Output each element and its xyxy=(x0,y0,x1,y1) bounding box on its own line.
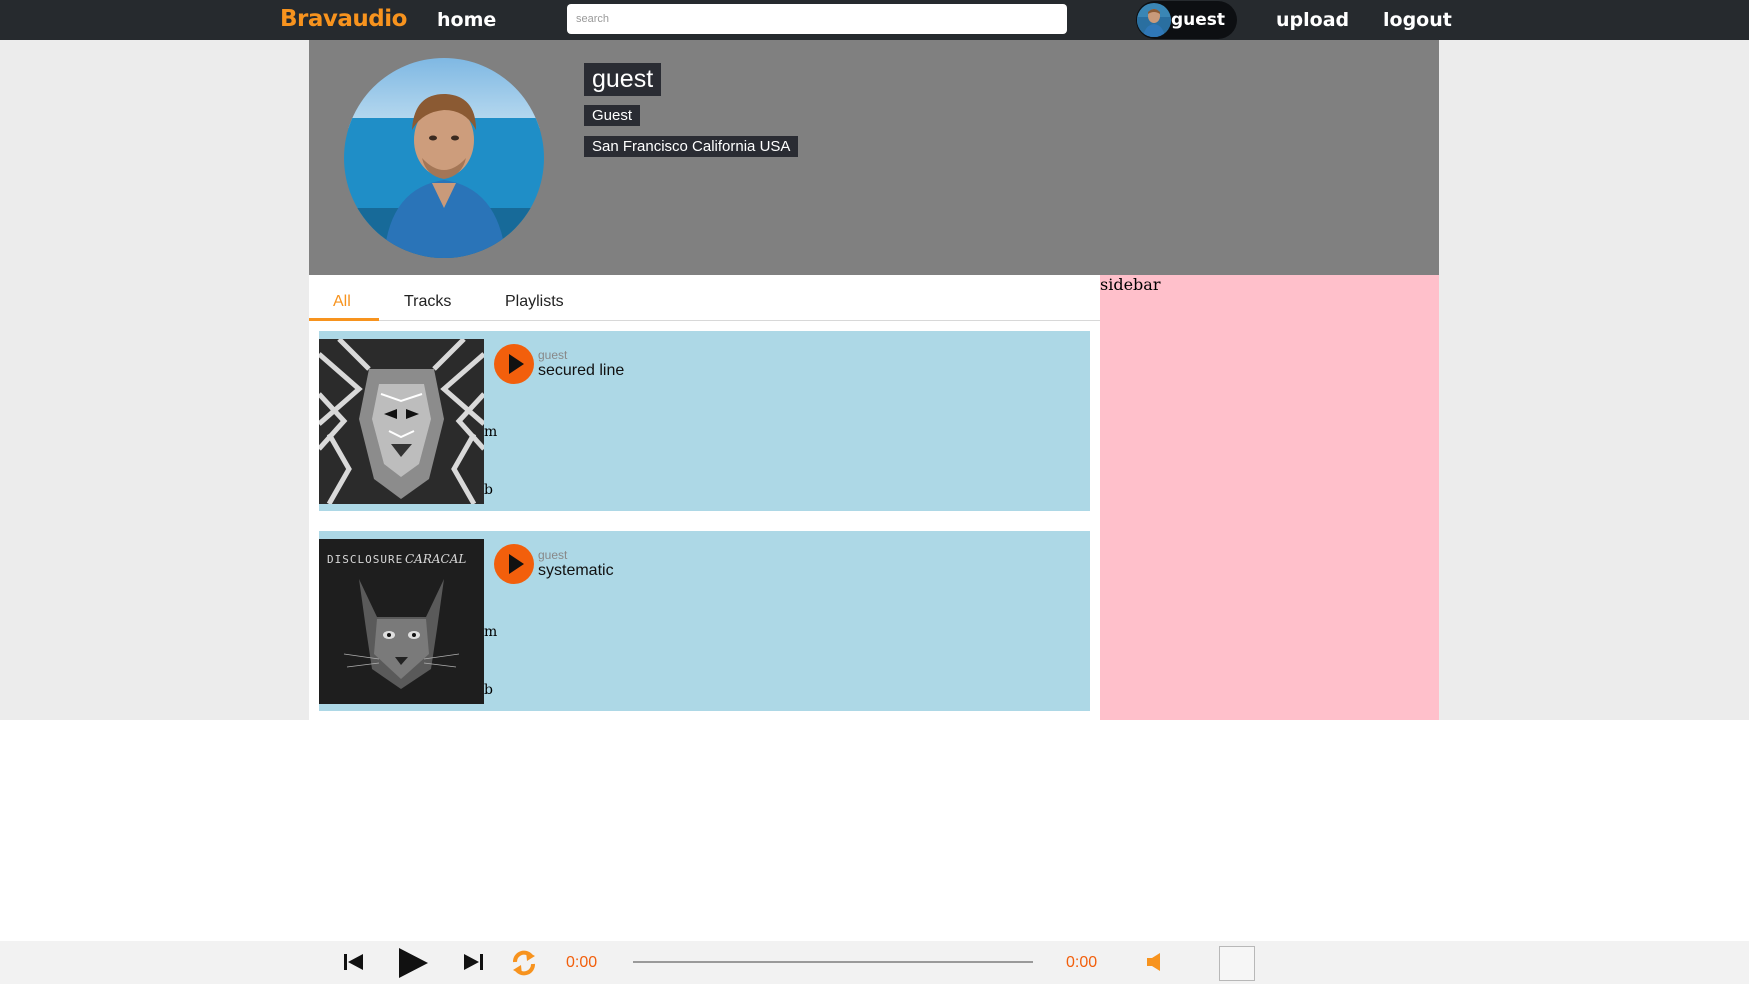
repeat-icon[interactable] xyxy=(510,948,538,978)
active-tab-indicator xyxy=(309,318,379,321)
search-input[interactable] xyxy=(567,4,1067,34)
track-title[interactable]: systematic xyxy=(538,562,614,580)
play-icon[interactable] xyxy=(397,947,429,979)
track-user[interactable]: guest xyxy=(538,348,567,362)
progress-bar[interactable] xyxy=(633,961,1033,963)
sidebar: sidebar xyxy=(1100,275,1439,720)
profile-avatar xyxy=(344,58,544,258)
profile-header: guest Guest San Francisco California USA xyxy=(309,40,1439,275)
track-cover[interactable] xyxy=(319,339,484,504)
track-m-label: m xyxy=(484,424,498,440)
previous-track-icon[interactable] xyxy=(343,953,365,971)
track-b-label: b xyxy=(484,682,493,698)
logo[interactable]: Bravaudio xyxy=(280,6,407,32)
home-link[interactable]: home xyxy=(437,9,496,31)
track-user[interactable]: guest xyxy=(538,548,567,562)
profile-role-badge: Guest xyxy=(584,105,641,126)
track-item: guest secured line m b xyxy=(319,331,1090,511)
top-nav: Bravaudio home guest upload logout xyxy=(0,0,1749,40)
tab-all[interactable]: All xyxy=(333,293,351,311)
cover-text-disclosure: DISCLOSURE xyxy=(327,553,403,566)
player-extra-box[interactable] xyxy=(1219,946,1255,981)
track-cover[interactable]: DISCLOSURE CARACAL xyxy=(319,539,484,704)
avatar xyxy=(1137,3,1171,37)
logout-link[interactable]: logout xyxy=(1383,9,1452,31)
tab-playlists[interactable]: Playlists xyxy=(505,293,564,311)
track-title[interactable]: secured line xyxy=(538,362,624,380)
tab-tracks[interactable]: Tracks xyxy=(404,293,451,311)
play-button[interactable] xyxy=(494,544,534,584)
track-b-label: b xyxy=(484,482,493,498)
user-menu-button[interactable]: guest xyxy=(1136,1,1237,39)
upload-link[interactable]: upload xyxy=(1276,9,1349,31)
play-button[interactable] xyxy=(494,344,534,384)
cover-text-caracal: CARACAL xyxy=(405,552,466,566)
sidebar-label: sidebar xyxy=(1100,275,1161,294)
profile-location: San Francisco California USA xyxy=(584,136,799,157)
duration: 0:00 xyxy=(1066,954,1098,971)
tab-bar: All Tracks Playlists xyxy=(309,275,1100,321)
track-m-label: m xyxy=(484,624,498,640)
track-item: DISCLOSURE CARACAL guest systematic m b xyxy=(319,531,1090,711)
next-track-icon[interactable] xyxy=(462,953,484,971)
current-time: 0:00 xyxy=(566,954,598,971)
volume-icon[interactable] xyxy=(1145,952,1167,972)
username-label: guest xyxy=(1171,10,1226,30)
profile-name: guest xyxy=(584,63,662,96)
player-bar: 0:00 0:00 xyxy=(0,941,1749,984)
content-area: All Tracks Playlists guest secured line … xyxy=(309,275,1100,720)
